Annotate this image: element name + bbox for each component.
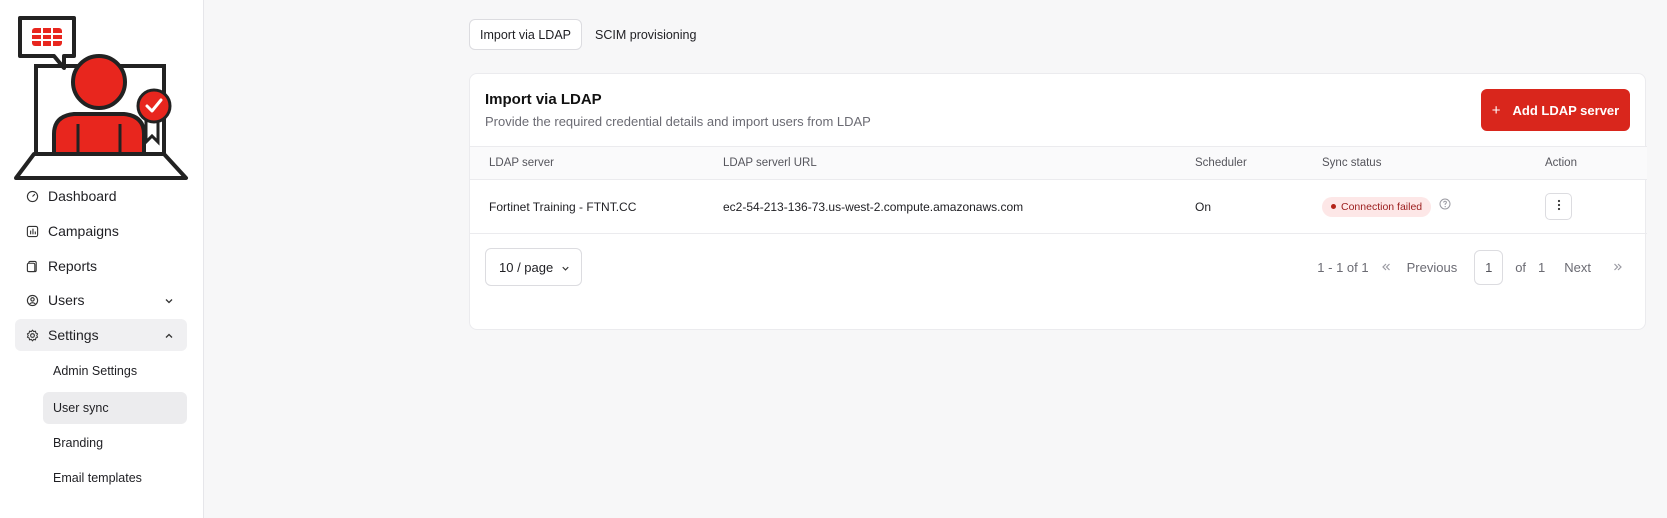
plus-icon: +: [1491, 101, 1501, 119]
help-circle-icon[interactable]: [1439, 198, 1451, 213]
sidebar-item-campaigns[interactable]: Campaigns: [15, 215, 187, 247]
sidebar-subitem-admin-settings[interactable]: Admin Settings: [43, 355, 187, 387]
cell-ldap-url: ec2-54-213-136-73.us-west-2.compute.amaz…: [723, 179, 1195, 234]
sidebar-item-label: Dashboard: [48, 188, 117, 204]
sidebar-subitem-user-sync[interactable]: User sync: [43, 392, 187, 424]
first-page-icon[interactable]: [1379, 260, 1393, 274]
page-size-value: 10 / page: [499, 259, 554, 275]
gear-icon: [25, 328, 39, 342]
tab-bar: Import via LDAP SCIM provisioning: [469, 19, 707, 50]
sidebar-subitem-label: Branding: [53, 436, 104, 450]
column-header-ldap-server: LDAP server: [470, 146, 723, 180]
user-circle-icon: [25, 293, 39, 307]
sidebar: Dashboard Campaigns Reports Users Settin…: [0, 0, 204, 518]
sidebar-subitem-branding[interactable]: Branding: [43, 427, 187, 459]
column-header-scheduler: Scheduler: [1195, 146, 1322, 180]
next-page-button[interactable]: Next: [1564, 260, 1591, 275]
ldap-card: Import via LDAP Provide the required cre…: [469, 73, 1647, 330]
tab-scim-provisioning[interactable]: SCIM provisioning: [584, 19, 707, 50]
sidebar-item-label: Settings: [48, 327, 99, 343]
document-icon: [25, 259, 39, 273]
status-badge: Connection failed: [1322, 196, 1432, 217]
status-dot: [1331, 204, 1336, 209]
add-ldap-server-label: Add LDAP server: [1512, 102, 1620, 118]
card-title: Import via LDAP: [485, 91, 602, 108]
pagination-total-pages: 1: [1538, 259, 1546, 275]
cell-action: [1545, 179, 1647, 234]
sidebar-subitem-label: Email templates: [53, 471, 142, 485]
pagination: 1 - 1 of 1 Previous 1 of 1 Next: [1317, 248, 1625, 286]
column-header-sync-status: Sync status: [1322, 146, 1545, 180]
cell-ldap-server: Fortinet Training - FTNT.CC: [470, 179, 723, 234]
gauge-icon: [25, 189, 39, 203]
column-header-action: Action: [1545, 146, 1647, 180]
card-description: Provide the required credential details …: [485, 114, 871, 129]
table-row: Fortinet Training - FTNT.CC ec2-54-213-1…: [470, 179, 1647, 234]
brand-logo: [14, 14, 190, 182]
sidebar-subitem-label: User sync: [53, 401, 109, 415]
sidebar-subitem-email-templates[interactable]: Email templates: [43, 462, 187, 494]
row-actions-button[interactable]: [1545, 193, 1572, 220]
add-ldap-server-button[interactable]: + Add LDAP server: [1481, 89, 1630, 131]
ldap-table: LDAP server LDAP serverl URL Scheduler S…: [470, 146, 1647, 234]
column-header-ldap-url: LDAP serverl URL: [723, 146, 1195, 180]
pagination-of: of: [1515, 259, 1527, 275]
cell-sync-status: Connection failed: [1322, 179, 1545, 234]
table-header-row: LDAP server LDAP serverl URL Scheduler S…: [470, 146, 1647, 180]
sidebar-item-users[interactable]: Users: [15, 284, 187, 316]
chart-icon: [25, 224, 39, 238]
sidebar-item-settings[interactable]: Settings: [15, 319, 187, 351]
chevron-up-icon: [163, 329, 175, 341]
previous-page-button[interactable]: Previous: [1407, 260, 1458, 275]
status-badge-label: Connection failed: [1341, 200, 1423, 213]
sidebar-item-label: Users: [48, 292, 85, 308]
more-vertical-icon: [1557, 199, 1561, 214]
sidebar-item-label: Reports: [48, 258, 98, 274]
cell-scheduler: On: [1195, 179, 1322, 234]
chevron-down-icon: [560, 262, 571, 277]
last-page-icon[interactable]: [1611, 260, 1625, 274]
sidebar-subitem-label: Admin Settings: [53, 364, 138, 378]
sidebar-item-reports[interactable]: Reports: [15, 250, 187, 282]
chevron-down-icon: [163, 294, 175, 306]
page-size-select[interactable]: 10 / page: [485, 248, 582, 286]
sidebar-item-label: Campaigns: [48, 223, 119, 239]
pagination-range: 1 - 1 of 1: [1317, 259, 1369, 275]
tab-import-via-ldap[interactable]: Import via LDAP: [469, 19, 583, 50]
current-page-input[interactable]: 1: [1474, 249, 1504, 285]
sidebar-item-dashboard[interactable]: Dashboard: [15, 180, 187, 212]
